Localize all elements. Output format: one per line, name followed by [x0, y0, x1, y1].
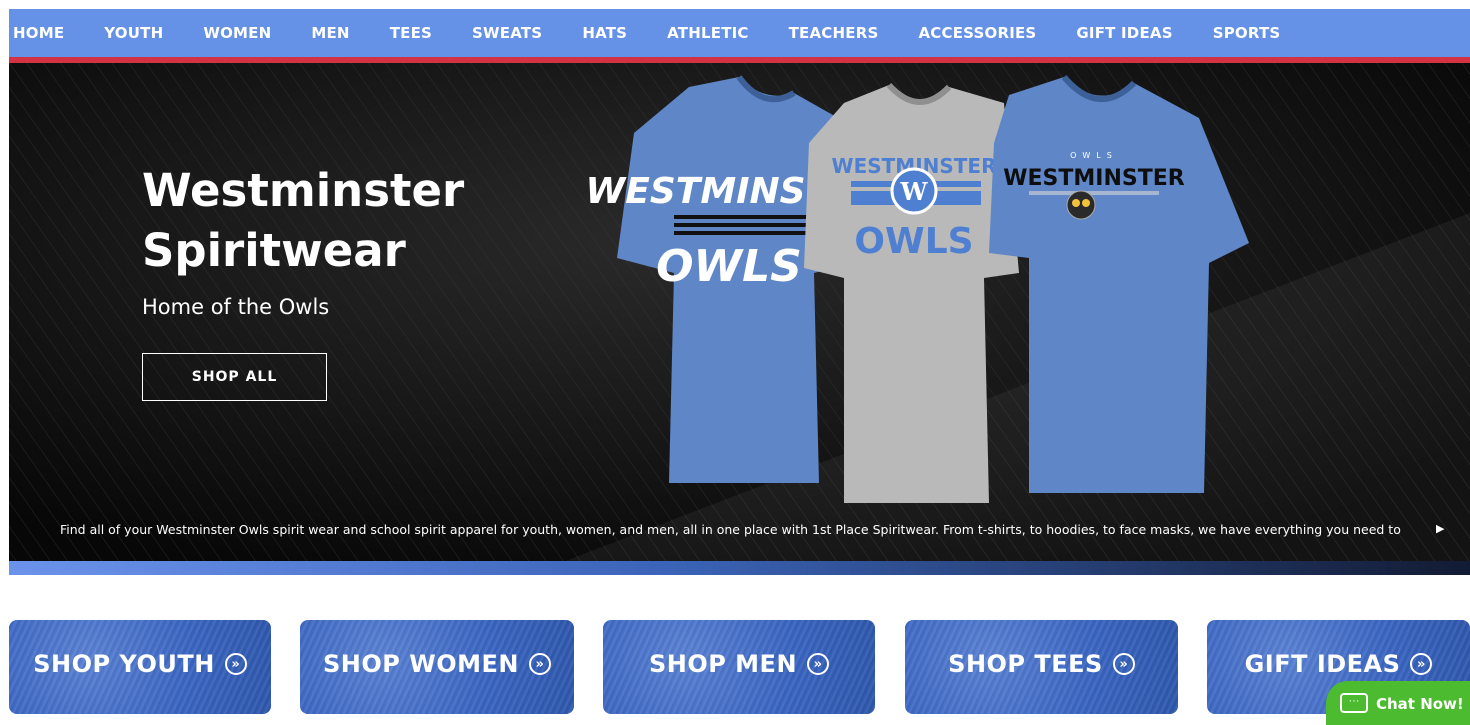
tile-label-wrap: SHOP WOMEN » — [323, 650, 551, 678]
main-nav: HOME YOUTH WOMEN MEN TEES SWEATS HATS AT… — [9, 9, 1470, 57]
nav-item-youth[interactable]: YOUTH — [104, 24, 163, 42]
tile-label-shop-men: SHOP MEN — [648, 650, 798, 678]
svg-text:WESTMINSTER: WESTMINSTER — [1003, 166, 1185, 191]
nav-item-women[interactable]: WOMEN — [203, 24, 271, 42]
nav-item-accessories[interactable]: ACCESSORIES — [918, 24, 1036, 42]
hero-banner: WESTMINSTER OWLS WESTMINSTER W OWLS OWLS… — [9, 63, 1470, 575]
double-chevron-right-icon: » — [528, 653, 551, 675]
svg-text:OWLS: OWLS — [656, 241, 802, 292]
tile-label-shop-youth: SHOP YOUTH — [33, 650, 215, 678]
tile-shop-tees[interactable]: SHOP TEES » — [905, 620, 1178, 714]
tile-label-shop-women: SHOP WOMEN — [323, 650, 519, 678]
chat-now-button[interactable]: ··· Chat Now! — [1326, 681, 1470, 725]
hero-blue-gradient-bar — [9, 561, 1470, 575]
svg-text:OWLS: OWLS — [1070, 151, 1118, 160]
hero-description: Find all of your Westminster Owls spirit… — [60, 522, 1401, 537]
tile-label-gift-ideas: GIFT IDEAS — [1244, 650, 1401, 678]
hero-title-line1: Westminster — [142, 164, 465, 217]
double-chevron-right-icon: » — [224, 653, 247, 675]
hero-title-line2: Spiritwear — [142, 224, 406, 277]
tile-shop-women[interactable]: SHOP WOMEN » — [300, 620, 574, 714]
shop-all-button[interactable]: SHOP ALL — [142, 353, 327, 401]
tile-label-wrap: GIFT IDEAS » — [1245, 650, 1433, 678]
tshirt-display: WESTMINSTER OWLS WESTMINSTER W OWLS OWLS… — [589, 75, 1249, 503]
double-chevron-right-icon: » — [1410, 653, 1433, 675]
tile-label-wrap: SHOP TEES » — [948, 650, 1135, 678]
category-tiles: SHOP YOUTH » SHOP WOMEN » SHOP MEN » SHOP T… — [9, 620, 1470, 714]
tile-shop-youth[interactable]: SHOP YOUTH » — [9, 620, 271, 714]
nav-item-men[interactable]: MEN — [311, 24, 349, 42]
gray-owls-shirt-center: WESTMINSTER W OWLS — [804, 82, 1019, 503]
tile-label-shop-tees: SHOP TEES — [948, 650, 1103, 678]
double-chevron-right-icon: » — [807, 653, 830, 675]
hero-title: Westminster Spiritwear — [142, 161, 542, 281]
double-chevron-right-icon: » — [1112, 653, 1135, 675]
nav-item-teachers[interactable]: TEACHERS — [789, 24, 879, 42]
tile-label-wrap: SHOP YOUTH » — [33, 650, 247, 678]
nav-item-sports[interactable]: SPORTS — [1213, 24, 1281, 42]
tile-shop-men[interactable]: SHOP MEN » — [603, 620, 875, 714]
nav-item-hats[interactable]: HATS — [582, 24, 627, 42]
chat-now-label: Chat Now! — [1376, 695, 1464, 713]
svg-text:W: W — [900, 177, 929, 206]
nav-item-athletic[interactable]: ATHLETIC — [667, 24, 748, 42]
nav-item-tees[interactable]: TEES — [390, 24, 432, 42]
chat-bubble-icon: ··· — [1340, 693, 1368, 713]
blue-owls-shirt-right: OWLS WESTMINSTER — [989, 75, 1249, 493]
tile-label-wrap: SHOP MEN » — [648, 650, 830, 678]
nav-item-gift-ideas[interactable]: GIFT IDEAS — [1076, 24, 1172, 42]
nav-item-sweats[interactable]: SWEATS — [472, 24, 542, 42]
page-frame: HOME YOUTH WOMEN MEN TEES SWEATS HATS AT… — [9, 9, 1470, 575]
svg-text:OWLS: OWLS — [854, 221, 973, 262]
play-right-icon[interactable]: ▶ — [1436, 522, 1444, 535]
nav-item-home[interactable]: HOME — [13, 24, 64, 42]
hero-subtitle: Home of the Owls — [142, 295, 330, 319]
